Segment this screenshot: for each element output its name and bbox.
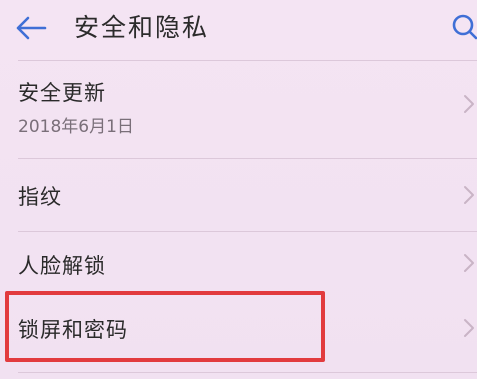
settings-item-title: 安全更新 (18, 81, 106, 105)
search-icon[interactable] (449, 12, 477, 42)
divider (18, 372, 477, 373)
settings-item-title: 人脸解锁 (18, 254, 106, 278)
page-title: 安全和隐私 (74, 13, 210, 42)
settings-item-fingerprint[interactable]: 指纹 (0, 159, 477, 231)
chevron-right-icon (464, 95, 474, 113)
chevron-right-icon (464, 186, 474, 204)
back-arrow-icon[interactable] (14, 14, 48, 42)
settings-item-title: 指纹 (18, 185, 62, 209)
settings-item-security-update[interactable]: 安全更新 2018年6月1日 (0, 61, 477, 158)
highlight-box (5, 291, 325, 362)
chevron-right-icon (464, 319, 474, 337)
chevron-right-icon (464, 254, 474, 272)
settings-item-subtitle: 2018年6月1日 (18, 117, 134, 137)
settings-screen: 安全和隐私 安全更新 2018年6月1日 指纹 人脸解锁 锁屏和密码 (0, 0, 477, 379)
settings-item-face-unlock[interactable]: 人脸解锁 (0, 232, 477, 294)
app-header: 安全和隐私 (0, 0, 477, 58)
